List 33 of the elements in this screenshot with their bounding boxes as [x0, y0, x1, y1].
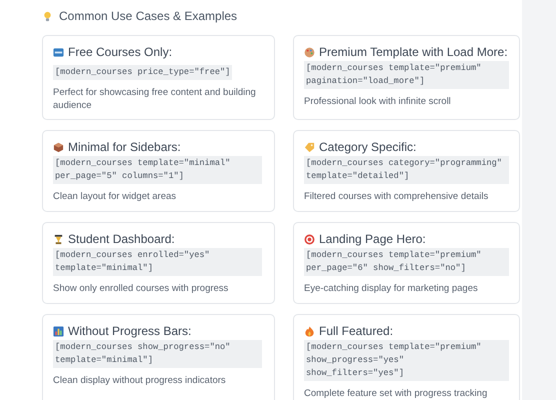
- card-description: Eye-catching display for marketing pages: [304, 282, 479, 295]
- cube-icon: [53, 142, 64, 152]
- card-description: Filtered courses with comprehensive details: [304, 190, 490, 203]
- shortcode: [modern_courses category="programming" template="detailed"]: [304, 156, 509, 184]
- card-description: Clean layout for widget areas: [53, 190, 178, 203]
- shortcode: [modern_courses price_type="free"]: [53, 65, 232, 80]
- shortcode: [modern_courses enrolled="yes" template="minimal"]: [53, 248, 262, 276]
- shortcode: [modern_courses template="premium" per_page="6" show_filters="no"]: [304, 248, 509, 276]
- target-icon: [304, 234, 315, 244]
- card-title: Free Courses Only:: [68, 45, 172, 59]
- card-description: Complete feature set with progress tracking: [304, 387, 488, 400]
- shortcode: [modern_courses template="premium" pagination="load_more"]: [304, 61, 509, 89]
- card-title: Premium Template with Load More:: [319, 45, 508, 59]
- shortcode: [modern_courses template="minimal" per_page="5" columns="1"]: [53, 156, 262, 184]
- card-title: Category Specific:: [319, 140, 416, 154]
- card-description: Professional look with infinite scroll: [304, 95, 452, 108]
- card-description: Clean display without progress indicators: [53, 374, 227, 387]
- section-title: Common Use Cases & Examples: [59, 9, 238, 23]
- card-title: Full Featured:: [319, 324, 394, 338]
- card-description: Perfect for showcasing free content and building audience: [53, 86, 257, 112]
- card-description: Show only enrolled courses with progress: [53, 282, 230, 295]
- card-title: Student Dashboard:: [68, 232, 175, 246]
- bar-chart-icon: [53, 326, 64, 336]
- card-title: Without Progress Bars:: [68, 324, 192, 338]
- card-title: Landing Page Hero:: [319, 232, 426, 246]
- shortcode: [modern_courses show_progress="no" template="minimal"]: [53, 340, 262, 368]
- card-title: Minimal for Sidebars:: [68, 140, 181, 154]
- flame-icon: [304, 326, 315, 336]
- tag-icon: [304, 142, 315, 152]
- badge-icon: [53, 46, 64, 58]
- palette-icon: [304, 46, 315, 58]
- lightbulb-icon: [42, 10, 53, 22]
- shortcode: [modern_courses template="premium" show_progress="yes" show_filters="yes"]: [304, 340, 509, 381]
